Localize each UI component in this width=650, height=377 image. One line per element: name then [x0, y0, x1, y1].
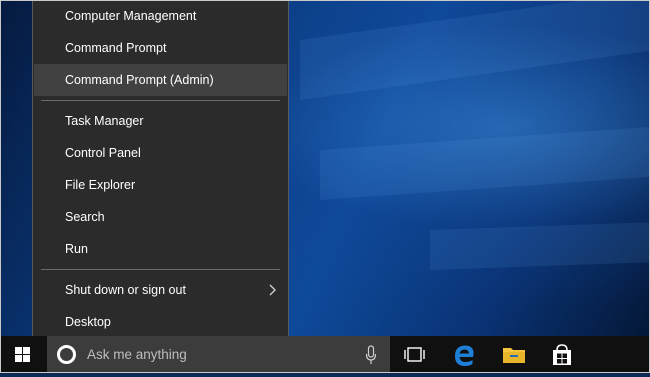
menu-item-label: File Explorer: [65, 178, 136, 192]
menu-item-computer-management[interactable]: Computer Management: [34, 0, 287, 32]
store-icon: [553, 344, 571, 365]
store-button[interactable]: [538, 336, 586, 373]
menu-item-desktop[interactable]: Desktop: [34, 306, 287, 338]
start-button[interactable]: [0, 336, 47, 373]
menu-item-label: Task Manager: [65, 114, 144, 128]
menu-item-task-manager[interactable]: Task Manager: [34, 105, 287, 137]
menu-item-run[interactable]: Run: [34, 233, 287, 265]
task-view-button[interactable]: [391, 336, 439, 373]
light-beam: [430, 221, 650, 270]
power-user-menu: Computer Management Command Prompt Comma…: [32, 0, 289, 345]
menu-item-label: Desktop: [65, 315, 111, 329]
file-explorer-icon: [503, 348, 525, 363]
menu-item-label: Command Prompt (Admin): [65, 73, 214, 87]
edge-button[interactable]: [440, 336, 488, 373]
light-beam: [320, 126, 650, 200]
menu-item-command-prompt-admin[interactable]: Command Prompt (Admin): [34, 64, 287, 96]
menu-item-search[interactable]: Search: [34, 201, 287, 233]
light-beam: [300, 0, 650, 101]
menu-separator: [41, 269, 280, 270]
task-view-icon: [404, 347, 425, 362]
menu-item-label: Control Panel: [65, 146, 141, 160]
menu-item-label: Run: [65, 242, 88, 256]
menu-item-label: Shut down or sign out: [65, 283, 186, 297]
taskbar: Ask me anything: [0, 336, 650, 373]
microphone-icon[interactable]: [365, 345, 377, 365]
menu-item-shut-down-or-sign-out[interactable]: Shut down or sign out: [34, 274, 287, 306]
menu-item-label: Search: [65, 210, 105, 224]
edge-icon: [455, 345, 474, 366]
windows-logo-icon: [15, 347, 31, 363]
menu-item-command-prompt[interactable]: Command Prompt: [34, 32, 287, 64]
search-placeholder: Ask me anything: [87, 347, 187, 362]
search-box[interactable]: Ask me anything: [47, 336, 390, 373]
menu-item-label: Command Prompt: [65, 41, 167, 55]
menu-item-file-explorer[interactable]: File Explorer: [34, 169, 287, 201]
menu-separator: [41, 100, 280, 101]
file-explorer-button[interactable]: [490, 336, 538, 373]
chevron-right-icon: [269, 284, 276, 296]
cortana-icon: [57, 345, 76, 364]
menu-item-label: Computer Management: [65, 9, 197, 23]
menu-item-control-panel[interactable]: Control Panel: [34, 137, 287, 169]
